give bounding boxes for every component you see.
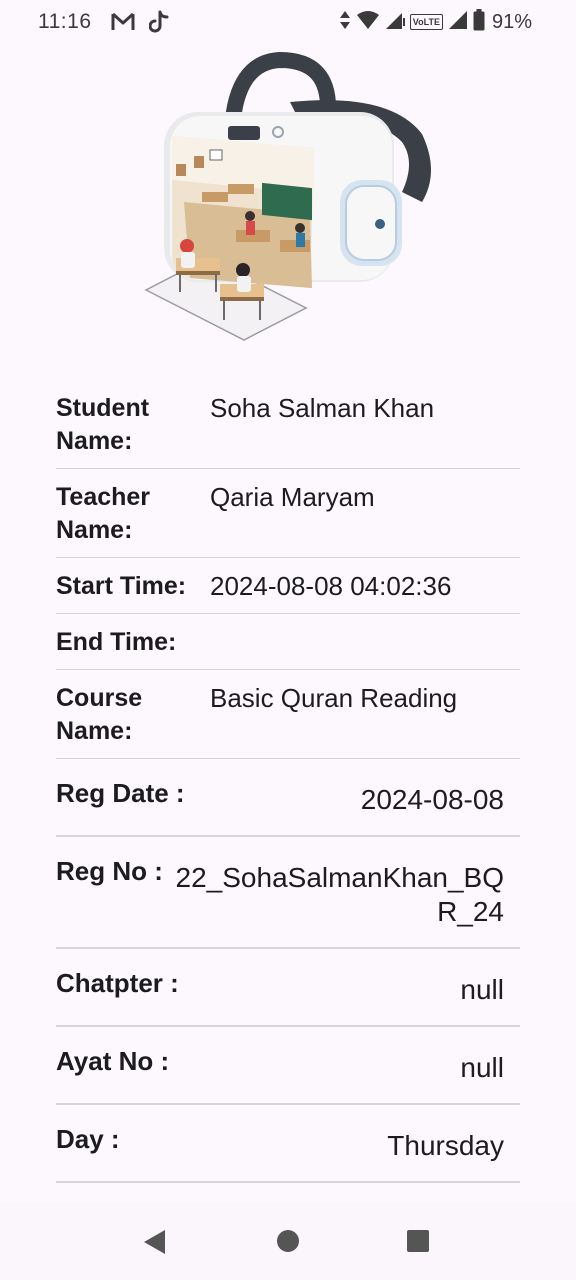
day-label: Day : xyxy=(56,1124,120,1154)
class-details: Student Name: Soha Salman Khan Teacher N… xyxy=(56,380,520,1183)
ayat-no-label: Ayat No : xyxy=(56,1046,170,1076)
status-bar: 11:16 VoLTE 91% xyxy=(0,0,576,46)
end-time-row: End Time: xyxy=(56,614,520,670)
reg-no-value: 22_SohaSalmanKhan_BQR_24 xyxy=(175,862,504,927)
teacher-name-label: Teacher Name: xyxy=(56,483,151,544)
student-name-row: Student Name: Soha Salman Khan xyxy=(56,380,520,469)
start-time-value: 2024-08-08 04:02:36 xyxy=(210,571,452,601)
signal-icon-2 xyxy=(448,10,468,35)
teacher-name-row: Teacher Name: Qaria Maryam xyxy=(56,469,520,558)
system-nav-bar xyxy=(0,1202,576,1280)
home-icon[interactable] xyxy=(276,1229,300,1258)
chapter-row: Chatpter : null xyxy=(56,949,520,1027)
chapter-value: null xyxy=(460,974,504,1005)
reg-date-label: Reg Date : xyxy=(56,778,185,808)
course-name-value: Basic Quran Reading xyxy=(210,683,458,713)
start-time-label: Start Time: xyxy=(56,572,187,600)
start-time-row: Start Time: 2024-08-08 04:02:36 xyxy=(56,558,520,614)
teacher-name-value: Qaria Maryam xyxy=(210,482,375,512)
day-value: Thursday xyxy=(387,1130,504,1161)
back-icon[interactable] xyxy=(142,1229,168,1260)
reg-no-row: Reg No : 22_SohaSalmanKhan_BQR_24 xyxy=(56,837,520,949)
tiktok-icon xyxy=(148,10,169,39)
day-row: Day : Thursday xyxy=(56,1105,520,1183)
signal-icon xyxy=(385,10,405,35)
reg-date-value: 2024-08-08 xyxy=(360,784,504,815)
gmail-icon xyxy=(111,12,135,37)
reg-no-label: Reg No : xyxy=(56,856,163,886)
student-name-label: Student Name: xyxy=(56,394,150,455)
status-time: 11:16 xyxy=(38,10,92,33)
data-arrows-icon xyxy=(339,10,351,35)
volte-badge: VoLTE xyxy=(409,14,443,30)
battery-percent: 91% xyxy=(491,10,532,33)
student-name-value: Soha Salman Khan xyxy=(210,393,435,423)
end-time-label: End Time: xyxy=(56,628,177,656)
wifi-icon xyxy=(356,10,380,35)
ayat-no-value: null xyxy=(460,1052,504,1083)
status-right-icons: VoLTE 91% xyxy=(339,8,532,36)
battery-icon xyxy=(473,8,485,36)
course-name-label: Course Name: xyxy=(56,684,143,745)
vr-classroom-illustration xyxy=(140,51,440,352)
recents-icon[interactable] xyxy=(406,1229,430,1258)
chapter-label: Chatpter : xyxy=(56,968,179,998)
reg-date-row: Reg Date : 2024-08-08 xyxy=(56,759,520,837)
ayat-no-row: Ayat No : null xyxy=(56,1027,520,1105)
course-name-row: Course Name: Basic Quran Reading xyxy=(56,670,520,759)
